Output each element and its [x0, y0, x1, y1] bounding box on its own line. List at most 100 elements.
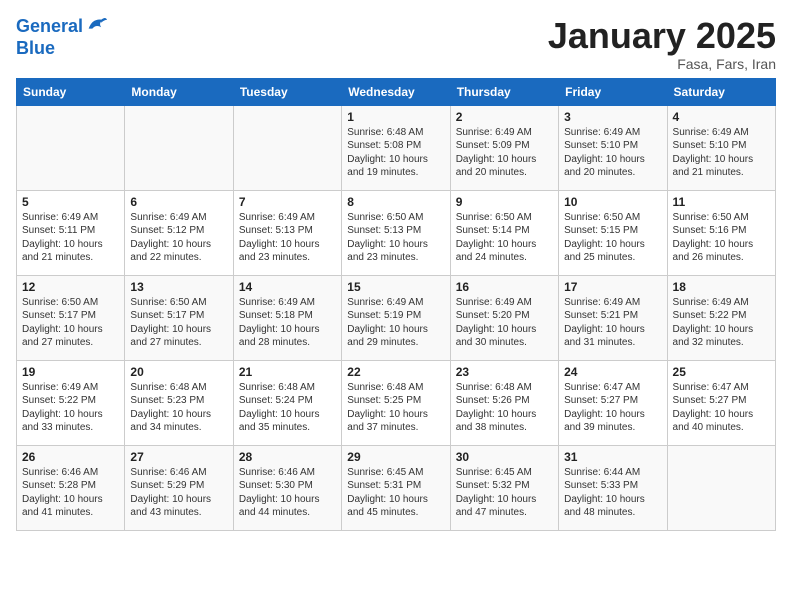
- calendar-title: January 2025: [548, 16, 776, 56]
- sunset-text: Sunset: 5:09 PM: [456, 140, 530, 151]
- daylight-hours-text: Daylight: 10 hours: [347, 324, 428, 335]
- day-number: 26: [22, 450, 119, 464]
- daylight-minutes-text: and 44 minutes.: [239, 507, 310, 518]
- week-row-1: 5 Sunrise: 6:49 AMSunset: 5:11 PMDaylight…: [17, 190, 776, 275]
- day-cell: 28Sunrise: 6:46 AMSunset: 5:30 PMDayligh…: [233, 445, 341, 530]
- sunset-text: Sunset: 5:28 PM: [22, 480, 96, 491]
- daylight-minutes-text: and 38 minutes.: [456, 422, 527, 433]
- sunset-text: Sunset: 5:18 PM: [239, 310, 313, 321]
- sunset-text: Sunset: 5:10 PM: [673, 140, 747, 151]
- week-row-0: 1Sunrise: 6:48 AMSunset: 5:08 PMDaylight…: [17, 105, 776, 190]
- day-info: Sunrise: 6:50 AMSunset: 5:15 PMDaylight:…: [564, 211, 661, 265]
- day-info: Sunrise: 6:50 AMSunset: 5:17 PMDaylight:…: [22, 296, 119, 350]
- header-wednesday: Wednesday: [342, 78, 450, 105]
- sunset-text: Sunset: 5:17 PM: [130, 310, 204, 321]
- day-number: 6: [130, 195, 227, 209]
- daylight-hours-text: Daylight: 10 hours: [239, 494, 320, 505]
- day-cell: 16Sunrise: 6:49 AMSunset: 5:20 PMDayligh…: [450, 275, 558, 360]
- daylight-hours-text: Daylight: 10 hours: [239, 239, 320, 250]
- header-monday: Monday: [125, 78, 233, 105]
- daylight-minutes-text: and 19 minutes.: [347, 167, 418, 178]
- sunset-text: Sunset: 5:15 PM: [564, 225, 638, 236]
- sunset-text: Sunset: 5:14 PM: [456, 225, 530, 236]
- day-number: 5: [22, 195, 119, 209]
- sunrise-text: Sunrise: 6:49 AM: [673, 127, 749, 138]
- week-row-3: 19Sunrise: 6:49 AMSunset: 5:22 PMDayligh…: [17, 360, 776, 445]
- day-cell: 8Sunrise: 6:50 AMSunset: 5:13 PMDaylight…: [342, 190, 450, 275]
- sunrise-text: Sunrise: 6:46 AM: [239, 467, 315, 478]
- day-number: 1: [347, 110, 444, 124]
- day-number: 13: [130, 280, 227, 294]
- week-row-4: 26 Sunrise: 6:46 AM Sunset: 5:28 PM Dayligh…: [17, 445, 776, 530]
- calendar-container: General Blue January 2025 Fasa, Fars, Ir…: [0, 0, 792, 541]
- day-info: Sunrise: 6:47 AMSunset: 5:27 PMDaylight:…: [564, 381, 661, 435]
- day-info: Sunrise: 6:47 AMSunset: 5:27 PMDaylight:…: [673, 381, 770, 435]
- daylight-hours-text: Daylight: 10 hours: [673, 154, 754, 165]
- day-cell: 19Sunrise: 6:49 AMSunset: 5:22 PMDayligh…: [17, 360, 125, 445]
- sunrise-text: Sunrise: 6:49 AM: [456, 127, 532, 138]
- daylight-minutes-text: and 45 minutes.: [347, 507, 418, 518]
- header-tuesday: Tuesday: [233, 78, 341, 105]
- day-number: 7: [239, 195, 336, 209]
- day-cell: 14Sunrise: 6:49 AMSunset: 5:18 PMDayligh…: [233, 275, 341, 360]
- day-info: Sunrise: 6:46 AMSunset: 5:30 PMDaylight:…: [239, 466, 336, 520]
- day-cell: [233, 105, 341, 190]
- logo: General Blue: [16, 16, 107, 60]
- sunset-text: Sunset: 5:16 PM: [673, 225, 747, 236]
- sunrise-text: Sunrise: 6:47 AM: [564, 382, 640, 393]
- sunrise-text: Sunrise: 6:49 AM: [347, 297, 423, 308]
- header-saturday: Saturday: [667, 78, 775, 105]
- daylight-minutes-text: and 23 minutes.: [347, 252, 418, 263]
- sunrise-text: Sunrise: 6:45 AM: [456, 467, 532, 478]
- sunrise-text: Sunrise: 6:50 AM: [564, 212, 640, 223]
- day-cell: 5 Sunrise: 6:49 AMSunset: 5:11 PMDaylight…: [17, 190, 125, 275]
- day-number: 3: [564, 110, 661, 124]
- daylight-minutes-text: and 31 minutes.: [564, 337, 635, 348]
- day-number: 20: [130, 365, 227, 379]
- daylight-hours-text: Daylight: 10 hours: [347, 409, 428, 420]
- sunrise-text: Sunrise: 6:49 AM: [239, 212, 315, 223]
- day-cell: 11Sunrise: 6:50 AMSunset: 5:16 PMDayligh…: [667, 190, 775, 275]
- day-info: Sunrise: 6:50 AMSunset: 5:16 PMDaylight:…: [673, 211, 770, 265]
- day-number: 30: [456, 450, 553, 464]
- day-cell: [667, 445, 775, 530]
- daylight-hours-text: Daylight: 10 hours: [456, 154, 537, 165]
- daylight-minutes-text: and 21 minutes.: [673, 167, 744, 178]
- day-cell: 22Sunrise: 6:48 AMSunset: 5:25 PMDayligh…: [342, 360, 450, 445]
- sunrise-text: Sunrise: 6:50 AM: [130, 297, 206, 308]
- sunset-text: Sunset: 5:32 PM: [456, 480, 530, 491]
- day-cell: 17Sunrise: 6:49 AMSunset: 5:21 PMDayligh…: [559, 275, 667, 360]
- day-number: 19: [22, 365, 119, 379]
- sunset-text: Sunset: 5:20 PM: [456, 310, 530, 321]
- sunset-text: Sunset: 5:29 PM: [130, 480, 204, 491]
- day-cell: 15Sunrise: 6:49 AMSunset: 5:19 PMDayligh…: [342, 275, 450, 360]
- day-info: Sunrise: 6:49 AM Sunset: 5:09 PM Daylight:…: [456, 126, 553, 180]
- day-number: 10: [564, 195, 661, 209]
- sunset-text: Sunset: 5:26 PM: [456, 395, 530, 406]
- daylight-minutes-text: and 35 minutes.: [239, 422, 310, 433]
- header-row-days: SundayMondayTuesdayWednesdayThursdayFrid…: [17, 78, 776, 105]
- daylight-minutes-text: and 27 minutes.: [22, 337, 93, 348]
- day-number: 23: [456, 365, 553, 379]
- day-cell: 24Sunrise: 6:47 AMSunset: 5:27 PMDayligh…: [559, 360, 667, 445]
- sunset-text: Sunset: 5:25 PM: [347, 395, 421, 406]
- daylight-minutes-text: and 33 minutes.: [22, 422, 93, 433]
- sunset-text: Sunset: 5:31 PM: [347, 480, 421, 491]
- sunrise-text: Sunrise: 6:45 AM: [347, 467, 423, 478]
- day-cell: 18Sunrise: 6:49 AMSunset: 5:22 PMDayligh…: [667, 275, 775, 360]
- sunrise-text: Sunrise: 6:49 AM: [22, 382, 98, 393]
- day-info: Sunrise: 6:49 AMSunset: 5:11 PMDaylight:…: [22, 211, 119, 265]
- day-number: 4: [673, 110, 770, 124]
- header-row: General Blue January 2025 Fasa, Fars, Ir…: [16, 16, 776, 72]
- daylight-hours-text: Daylight: 10 hours: [347, 154, 428, 165]
- day-info: Sunrise: 6:44 AMSunset: 5:33 PMDaylight:…: [564, 466, 661, 520]
- daylight-hours-text: Daylight: 10 hours: [456, 409, 537, 420]
- day-info: Sunrise: 6:49 AM Sunset: 5:10 PM Daylight:…: [673, 126, 770, 180]
- daylight-hours-text: Daylight: 10 hours: [347, 239, 428, 250]
- daylight-hours-text: Daylight: 10 hours: [130, 409, 211, 420]
- header-friday: Friday: [559, 78, 667, 105]
- sunrise-text: Sunrise: 6:50 AM: [673, 212, 749, 223]
- sunset-text: Sunset: 5:21 PM: [564, 310, 638, 321]
- sunset-text: Sunset: 5:23 PM: [130, 395, 204, 406]
- sunrise-text: Sunrise: 6:50 AM: [22, 297, 98, 308]
